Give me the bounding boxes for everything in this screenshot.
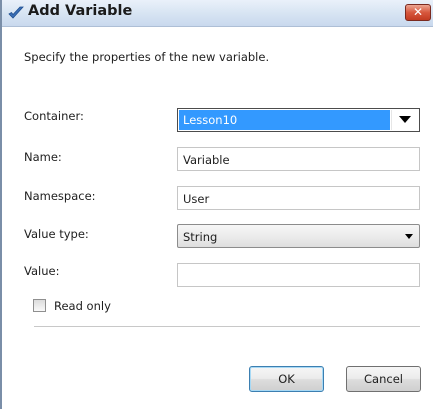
namespace-label: Namespace: <box>24 189 96 203</box>
value-type-label: Value type: <box>24 227 89 241</box>
read-only-checkbox[interactable] <box>33 299 46 312</box>
name-input[interactable]: Variable <box>177 147 420 171</box>
container-selected-highlight: Lesson10 <box>179 110 390 130</box>
value-type-value: String <box>183 230 218 244</box>
container-dropdown-button[interactable] <box>391 110 418 130</box>
container-label: Container: <box>24 109 84 123</box>
chevron-down-icon <box>399 116 411 123</box>
chevron-down-icon <box>405 234 413 239</box>
value-input[interactable] <box>177 263 420 287</box>
divider <box>34 326 420 327</box>
ok-button[interactable]: OK <box>249 366 324 392</box>
value-label: Value: <box>24 264 60 278</box>
name-label: Name: <box>24 150 62 164</box>
namespace-value: User <box>183 192 210 206</box>
cancel-button[interactable]: Cancel <box>346 366 421 392</box>
namespace-input[interactable]: User <box>177 186 420 210</box>
dialog-title: Add Variable <box>28 3 133 19</box>
close-button[interactable]: ✕ <box>405 4 431 21</box>
name-value: Variable <box>183 153 230 167</box>
value-type-select[interactable]: String <box>177 224 420 248</box>
add-variable-dialog: Add Variable ✕ Specify the properties of… <box>0 0 433 409</box>
checkmark-icon <box>8 6 24 19</box>
read-only-label[interactable]: Read only <box>54 299 111 313</box>
title-bar[interactable]: Add Variable ✕ <box>2 0 433 27</box>
dialog-description: Specify the properties of the new variab… <box>24 50 270 64</box>
container-dropdown[interactable]: Lesson10 <box>177 108 420 132</box>
container-value: Lesson10 <box>183 113 238 127</box>
